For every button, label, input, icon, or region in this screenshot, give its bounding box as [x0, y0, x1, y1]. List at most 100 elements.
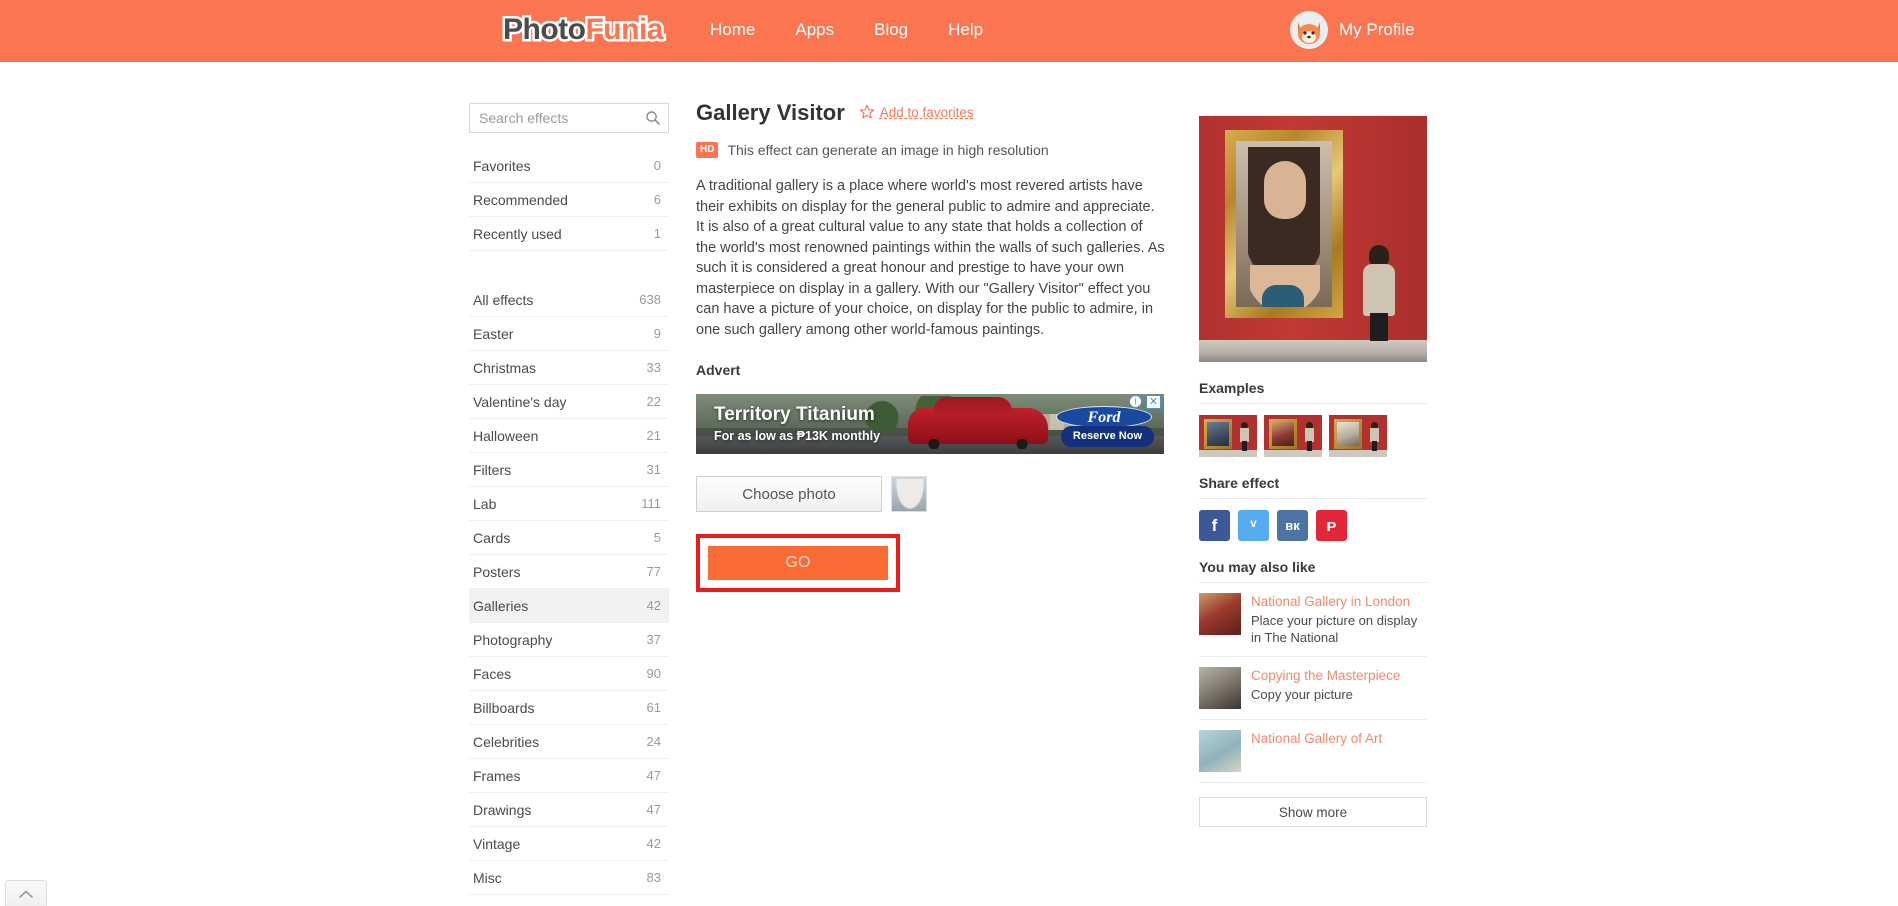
related-effect-item[interactable]: Copying the Masterpiece Copy your picture: [1199, 657, 1427, 720]
share-pinterest-button[interactable]: ᴘ: [1316, 510, 1347, 541]
sidebar-item-cards[interactable]: Cards 5: [469, 521, 669, 555]
sidebar-item-celebrities[interactable]: Celebrities 24: [469, 725, 669, 759]
sidebar-item-count: 83: [646, 869, 661, 885]
sidebar-item-count: 47: [646, 767, 661, 783]
sidebar-item-lab[interactable]: Lab 111: [469, 487, 669, 521]
sidebar-item-faces[interactable]: Faces 90: [469, 657, 669, 691]
sidebar-item-label: Cards: [473, 529, 511, 546]
sidebar-item-christmas[interactable]: Christmas 33: [469, 351, 669, 385]
my-profile-link[interactable]: My Profile: [1290, 11, 1415, 49]
sidebar-item-count: 21: [646, 427, 661, 443]
sidebar-item-halloween[interactable]: Halloween 21: [469, 419, 669, 453]
sidebar-item-valentine-s-day[interactable]: Valentine's day 22: [469, 385, 669, 419]
add-to-favorites-button[interactable]: Add to favorites: [859, 104, 974, 120]
nav-item-help[interactable]: Help: [948, 17, 983, 43]
show-more-button[interactable]: Show more: [1199, 797, 1427, 827]
example-frame: [1334, 419, 1362, 449]
example-thumbnail-2[interactable]: [1264, 415, 1322, 457]
sidebar-item-photography[interactable]: Photography 37: [469, 623, 669, 657]
sidebar-item-filters[interactable]: Filters 31: [469, 453, 669, 487]
share-facebook-button[interactable]: f: [1199, 510, 1230, 541]
share-buttons: f ᵛ вк ᴘ: [1199, 510, 1427, 541]
uploaded-photo-thumbnail[interactable]: [891, 476, 927, 512]
sidebar-item-label: Billboards: [473, 699, 535, 716]
sidebar-item-drawings[interactable]: Drawings 47: [469, 793, 669, 827]
sidebar-item-billboards[interactable]: Billboards 61: [469, 691, 669, 725]
advert-label: Advert: [696, 362, 741, 378]
example-floor: [1199, 450, 1257, 457]
advert-banner[interactable]: Territory Titanium For as low as ₱13K mo…: [696, 394, 1164, 454]
share-twitter-button[interactable]: ᵛ: [1238, 510, 1269, 541]
related-effect-title[interactable]: National Gallery of Art: [1251, 730, 1427, 748]
sidebar-item-recently-used[interactable]: Recently used 1: [469, 217, 669, 251]
go-button[interactable]: GO: [708, 546, 888, 580]
site-header: PhotoFunia Home Apps Blog Help My Profil…: [0, 0, 1898, 62]
example-artwork: [1207, 422, 1229, 446]
sidebar-item-galleries[interactable]: Galleries 42: [469, 589, 669, 623]
example-visitor-legs: [1372, 441, 1377, 451]
sidebar-item-count: 9: [653, 325, 661, 341]
sidebar-item-label: Favorites: [473, 157, 531, 174]
ad-subheadline: For as low as ₱13K monthly: [714, 429, 881, 443]
nav-item-blog[interactable]: Blog: [874, 17, 908, 43]
related-effect-title[interactable]: Copying the Masterpiece: [1251, 667, 1427, 685]
share-vk-button[interactable]: вк: [1277, 510, 1308, 541]
upload-row: Choose photo: [696, 476, 1176, 512]
photofunia-logo[interactable]: PhotoFunia: [500, 9, 665, 51]
scroll-to-top-button[interactable]: [5, 880, 47, 906]
sidebar-item-posters[interactable]: Posters 77: [469, 555, 669, 589]
sidebar-item-frames[interactable]: Frames 47: [469, 759, 669, 793]
sidebar-item-count: 42: [646, 597, 661, 613]
ad-info-icon[interactable]: i: [1129, 395, 1142, 408]
sidebar-item-count: 22: [646, 393, 661, 409]
sidebar-item-all-effects[interactable]: All effects 638: [469, 283, 669, 317]
related-effect-thumbnail: [1199, 593, 1241, 635]
sidebar-item-count: 18: [647, 895, 661, 906]
example-visitor-legs: [1242, 441, 1247, 451]
sidebar-item-label: Lab: [473, 495, 497, 512]
example-thumbnail-3[interactable]: [1329, 415, 1387, 457]
ad-close-icon[interactable]: ✕: [1146, 395, 1161, 409]
sidebar-item-label: Filters: [473, 461, 512, 478]
logo-text-photo: Photo: [500, 11, 588, 49]
fox-avatar-icon: [1290, 11, 1328, 49]
sidebar-item-label: Faces: [473, 665, 512, 682]
search-box[interactable]: [469, 103, 669, 133]
example-artwork: [1272, 422, 1294, 446]
ad-cta-button[interactable]: Reserve Now: [1060, 426, 1154, 447]
effect-preview-image[interactable]: [1199, 116, 1427, 362]
related-effect-item[interactable]: National Gallery in London Place your pic…: [1199, 583, 1427, 657]
sidebar-item-count: 33: [646, 359, 661, 375]
sidebar-item-label: Recently used: [473, 225, 562, 242]
related-effect-item[interactable]: National Gallery of Art: [1199, 720, 1427, 783]
sidebar-item-label: Valentine's day: [473, 393, 567, 410]
sidebar-item-count: 42: [646, 835, 661, 851]
related-effect-subtitle: Place your picture on display in The Nat…: [1251, 613, 1418, 645]
page-title: Gallery Visitor: [696, 100, 845, 125]
sidebar-item-label: Misc: [473, 869, 502, 886]
example-visitor: [1370, 422, 1379, 451]
related-effect-title[interactable]: National Gallery in London: [1251, 593, 1427, 611]
sidebar-item-misc[interactable]: Misc 83: [469, 861, 669, 895]
nav-item-apps[interactable]: Apps: [795, 17, 834, 43]
nav-item-home[interactable]: Home: [710, 17, 755, 43]
sidebar-item-label: Vintage: [473, 835, 521, 852]
sidebar-item-recommended[interactable]: Recommended 6: [469, 183, 669, 217]
sidebar-item-label: Galleries: [473, 597, 529, 614]
related-effect-thumbnail: [1199, 730, 1241, 772]
example-visitor: [1305, 422, 1314, 451]
effect-side-column: Examples Share effect f ᵛ вк ᴘ You may also…: [1199, 116, 1427, 827]
hd-notice: HD This effect can generate an image in …: [696, 142, 1176, 158]
search-input[interactable]: [470, 104, 668, 132]
related-effects-title: You may also like: [1199, 559, 1427, 583]
preview-visitor-legs: [1370, 313, 1388, 341]
sidebar-item-favorites[interactable]: Favorites 0: [469, 149, 669, 183]
sidebar-item-vintage[interactable]: Vintage 42: [469, 827, 669, 861]
sidebar-group-personal: Favorites 0 Recommended 6 Recently used …: [469, 149, 669, 251]
choose-photo-button[interactable]: Choose photo: [696, 476, 882, 512]
sidebar-item-count: 31: [646, 461, 661, 477]
sidebar-item-count: 111: [641, 495, 661, 511]
sidebar-item-magazines[interactable]: Magazines 18: [469, 895, 669, 906]
example-thumbnail-1[interactable]: [1199, 415, 1257, 457]
sidebar-item-easter[interactable]: Easter 9: [469, 317, 669, 351]
